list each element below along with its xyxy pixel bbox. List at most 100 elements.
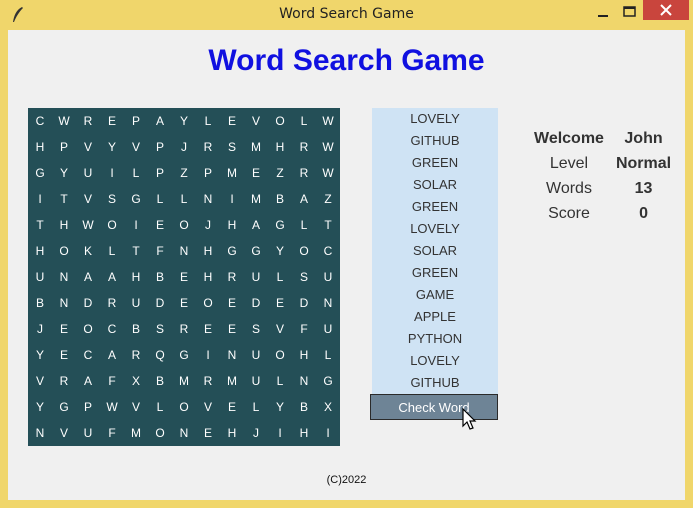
grid-cell[interactable]: S xyxy=(244,316,268,342)
grid-cell[interactable]: B xyxy=(124,316,148,342)
grid-cell[interactable]: U xyxy=(28,264,52,290)
grid-cell[interactable]: P xyxy=(124,108,148,134)
grid-cell[interactable]: E xyxy=(148,212,172,238)
grid-cell[interactable]: P xyxy=(148,134,172,160)
grid-cell[interactable]: V xyxy=(268,316,292,342)
grid-cell[interactable]: A xyxy=(244,212,268,238)
grid-cell[interactable]: G xyxy=(52,394,76,420)
grid-cell[interactable]: V xyxy=(196,394,220,420)
grid-cell[interactable]: G xyxy=(124,186,148,212)
grid-cell[interactable]: L xyxy=(196,108,220,134)
grid-cell[interactable]: E xyxy=(220,108,244,134)
grid-cell[interactable]: C xyxy=(28,108,52,134)
grid-cell[interactable]: I xyxy=(196,342,220,368)
grid-cell[interactable]: O xyxy=(148,420,172,446)
grid-cell[interactable]: B xyxy=(148,264,172,290)
grid-cell[interactable]: I xyxy=(268,420,292,446)
grid-cell[interactable]: M xyxy=(172,368,196,394)
grid-cell[interactable]: R xyxy=(196,368,220,394)
grid-cell[interactable]: E xyxy=(100,108,124,134)
word-list-item[interactable]: GITHUB xyxy=(372,130,498,152)
grid-cell[interactable]: U xyxy=(124,290,148,316)
grid-cell[interactable]: Y xyxy=(268,238,292,264)
grid-cell[interactable]: P xyxy=(148,160,172,186)
grid-cell[interactable]: N xyxy=(292,368,316,394)
grid-cell[interactable]: O xyxy=(268,342,292,368)
grid-cell[interactable]: D xyxy=(76,290,100,316)
grid-cell[interactable]: R xyxy=(172,316,196,342)
grid-cell[interactable]: R xyxy=(124,342,148,368)
grid-cell[interactable]: U xyxy=(316,316,340,342)
grid-cell[interactable]: N xyxy=(172,238,196,264)
grid-cell[interactable]: H xyxy=(196,264,220,290)
grid-cell[interactable]: A xyxy=(100,264,124,290)
grid-cell[interactable]: U xyxy=(76,160,100,186)
grid-cell[interactable]: J xyxy=(172,134,196,160)
grid-cell[interactable]: U xyxy=(244,368,268,394)
grid-cell[interactable]: Y xyxy=(172,108,196,134)
grid-cell[interactable]: I xyxy=(220,186,244,212)
grid-cell[interactable]: W xyxy=(316,134,340,160)
grid-cell[interactable]: V xyxy=(124,394,148,420)
grid-cell[interactable]: E xyxy=(52,316,76,342)
grid-cell[interactable]: W xyxy=(316,160,340,186)
grid-cell[interactable]: Y xyxy=(52,160,76,186)
grid-cell[interactable]: R xyxy=(100,290,124,316)
grid-cell[interactable]: M xyxy=(220,368,244,394)
grid-cell[interactable]: O xyxy=(52,238,76,264)
grid-cell[interactable]: W xyxy=(76,212,100,238)
grid-cell[interactable]: T xyxy=(52,186,76,212)
grid-cell[interactable]: X xyxy=(316,394,340,420)
grid-cell[interactable]: L xyxy=(172,186,196,212)
grid-cell[interactable]: X xyxy=(124,368,148,394)
grid-cell[interactable]: A xyxy=(100,342,124,368)
grid-cell[interactable]: Y xyxy=(28,342,52,368)
grid-cell[interactable]: P xyxy=(76,394,100,420)
grid-cell[interactable]: S xyxy=(100,186,124,212)
word-list-item[interactable]: LOVELY xyxy=(372,108,498,130)
grid-cell[interactable]: O xyxy=(196,290,220,316)
grid-cell[interactable]: R xyxy=(292,134,316,160)
grid-cell[interactable]: V xyxy=(52,420,76,446)
grid-cell[interactable]: L xyxy=(148,394,172,420)
grid-cell[interactable]: M xyxy=(124,420,148,446)
grid-cell[interactable]: F xyxy=(148,238,172,264)
word-list-item[interactable]: GITHUB xyxy=(372,372,498,394)
maximize-button[interactable] xyxy=(619,4,641,22)
grid-cell[interactable]: P xyxy=(52,134,76,160)
grid-cell[interactable]: E xyxy=(244,160,268,186)
grid-cell[interactable]: V xyxy=(76,134,100,160)
grid-cell[interactable]: U xyxy=(316,264,340,290)
grid-cell[interactable]: L xyxy=(100,238,124,264)
grid-cell[interactable]: A xyxy=(292,186,316,212)
word-list-item[interactable]: APPLE xyxy=(372,306,498,328)
grid-cell[interactable]: W xyxy=(52,108,76,134)
grid-cell[interactable]: J xyxy=(244,420,268,446)
grid-cell[interactable]: R xyxy=(76,108,100,134)
grid-cell[interactable]: L xyxy=(244,394,268,420)
word-list-item[interactable]: GREEN xyxy=(372,152,498,174)
grid-cell[interactable]: F xyxy=(100,420,124,446)
grid-cell[interactable]: T xyxy=(316,212,340,238)
grid-cell[interactable]: N xyxy=(52,264,76,290)
word-list-item[interactable]: GAME xyxy=(372,284,498,306)
grid-cell[interactable]: C xyxy=(76,342,100,368)
grid-cell[interactable]: N xyxy=(172,420,196,446)
grid-cell[interactable]: G xyxy=(220,238,244,264)
grid-cell[interactable]: W xyxy=(100,394,124,420)
grid-cell[interactable]: B xyxy=(28,290,52,316)
grid-cell[interactable]: H xyxy=(52,212,76,238)
grid-cell[interactable]: H xyxy=(268,134,292,160)
grid-cell[interactable]: J xyxy=(196,212,220,238)
grid-cell[interactable]: F xyxy=(292,316,316,342)
grid-cell[interactable]: E xyxy=(220,394,244,420)
grid-cell[interactable]: G xyxy=(28,160,52,186)
grid-cell[interactable]: S xyxy=(148,316,172,342)
grid-cell[interactable]: G xyxy=(172,342,196,368)
letter-grid[interactable]: CWREPAYLEVOLWHPVYVPJRSMHRWGYUILPZPMEZRWI… xyxy=(28,108,340,446)
grid-cell[interactable]: S xyxy=(292,264,316,290)
grid-cell[interactable]: N xyxy=(316,290,340,316)
grid-cell[interactable]: R xyxy=(196,134,220,160)
word-list-item[interactable]: SOLAR xyxy=(372,174,498,196)
grid-cell[interactable]: Z xyxy=(172,160,196,186)
